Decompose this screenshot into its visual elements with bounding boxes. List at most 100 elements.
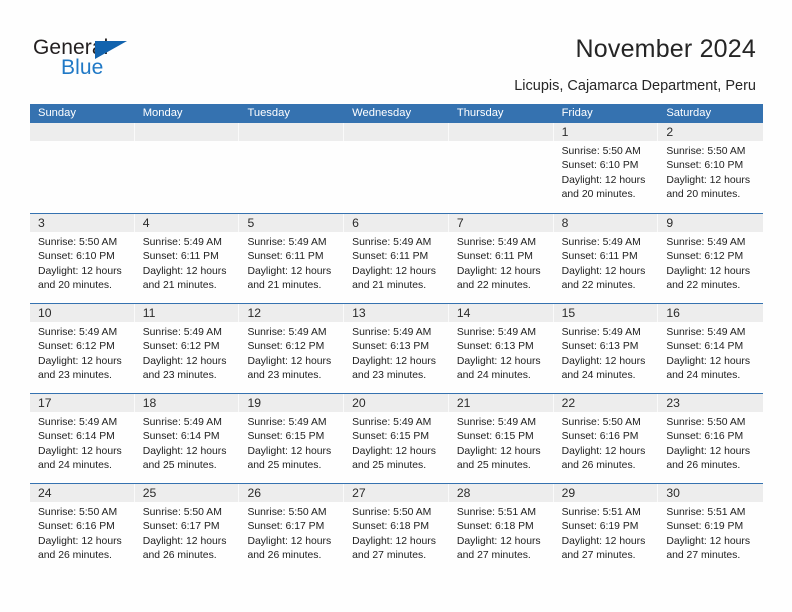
day-details: Sunrise: 5:51 AM Sunset: 6:18 PM Dayligh… bbox=[449, 502, 554, 564]
sunrise-text: Sunrise: 5:50 AM bbox=[38, 507, 118, 518]
daylight-text-line2: and 26 minutes. bbox=[38, 550, 112, 562]
day-details: Sunrise: 5:49 AM Sunset: 6:11 PM Dayligh… bbox=[135, 232, 240, 294]
calendar-week-row: 10 Sunrise: 5:49 AM Sunset: 6:12 PM Dayl… bbox=[30, 303, 764, 393]
calendar-day-cell-6[interactable]: 6 Sunrise: 5:49 AM Sunset: 6:11 PM Dayli… bbox=[344, 214, 449, 303]
calendar-day-cell-28[interactable]: 28 Sunrise: 5:51 AM Sunset: 6:18 PM Dayl… bbox=[448, 484, 554, 573]
calendar-day-cell-25[interactable]: 25 Sunrise: 5:50 AM Sunset: 6:17 PM Dayl… bbox=[134, 484, 240, 573]
daylight-text-line2: and 27 minutes. bbox=[666, 550, 741, 562]
calendar-day-cell-29[interactable]: 29 Sunrise: 5:51 AM Sunset: 6:19 PM Dayl… bbox=[553, 484, 659, 573]
calendar-day-cell-19[interactable]: 19 Sunrise: 5:49 AM Sunset: 6:15 PM Dayl… bbox=[239, 394, 345, 483]
calendar-day-cell-8[interactable]: 8 Sunrise: 5:49 AM Sunset: 6:11 PM Dayli… bbox=[553, 214, 659, 303]
daylight-text-line2: and 24 minutes. bbox=[666, 370, 741, 382]
calendar-day-cell-13[interactable]: 13 Sunrise: 5:49 AM Sunset: 6:13 PM Dayl… bbox=[344, 304, 449, 393]
day-number-bar: 3 bbox=[30, 214, 135, 232]
day-number-bar: 30 bbox=[658, 484, 764, 502]
calendar-day-cell-27[interactable]: 27 Sunrise: 5:50 AM Sunset: 6:18 PM Dayl… bbox=[344, 484, 449, 573]
calendar-week-row: 1 Sunrise: 5:50 AM Sunset: 6:10 PM Dayli… bbox=[30, 123, 764, 213]
calendar-day-cell-12[interactable]: 12 Sunrise: 5:49 AM Sunset: 6:12 PM Dayl… bbox=[239, 304, 345, 393]
sunrise-text: Sunrise: 5:50 AM bbox=[142, 507, 222, 518]
day-number-bar: 16 bbox=[658, 304, 764, 322]
calendar-day-cell-4[interactable]: 4 Sunrise: 5:49 AM Sunset: 6:11 PM Dayli… bbox=[134, 214, 240, 303]
weekday-header-row: Sunday Monday Tuesday Wednesday Thursday… bbox=[30, 104, 763, 123]
page-subtitle: Licupis, Cajamarca Department, Peru bbox=[514, 78, 756, 94]
calendar-day-cell-22[interactable]: 22 Sunrise: 5:50 AM Sunset: 6:16 PM Dayl… bbox=[553, 394, 659, 483]
daylight-text-line1: Daylight: 12 hours bbox=[352, 445, 436, 457]
daylight-text-line1: Daylight: 12 hours bbox=[142, 265, 227, 277]
calendar-day-cell-9[interactable]: 9 Sunrise: 5:49 AM Sunset: 6:12 PM Dayli… bbox=[658, 214, 764, 303]
day-number-bar bbox=[239, 123, 345, 141]
day-number-bar: 6 bbox=[344, 214, 449, 232]
day-number-bar: 10 bbox=[30, 304, 135, 322]
calendar-day-cell-5[interactable]: 5 Sunrise: 5:49 AM Sunset: 6:11 PM Dayli… bbox=[239, 214, 345, 303]
calendar-day-cell-14[interactable]: 14 Sunrise: 5:49 AM Sunset: 6:13 PM Dayl… bbox=[448, 304, 554, 393]
day-number-bar: 12 bbox=[239, 304, 345, 322]
sunrise-text: Sunrise: 5:49 AM bbox=[38, 417, 118, 428]
day-number-bar: 22 bbox=[553, 394, 659, 412]
calendar-week-row: 24 Sunrise: 5:50 AM Sunset: 6:16 PM Dayl… bbox=[30, 483, 764, 573]
sunrise-text: Sunrise: 5:49 AM bbox=[247, 327, 327, 338]
weekday-tuesday: Tuesday bbox=[247, 107, 290, 119]
calendar-day-cell-20[interactable]: 20 Sunrise: 5:49 AM Sunset: 6:15 PM Dayl… bbox=[344, 394, 449, 483]
general-blue-logo[interactable]: General Blue bbox=[33, 36, 233, 86]
daylight-text-line2: and 23 minutes. bbox=[38, 370, 112, 382]
day-details: Sunrise: 5:50 AM Sunset: 6:16 PM Dayligh… bbox=[30, 502, 135, 564]
calendar-day-cell-3[interactable]: 3 Sunrise: 5:50 AM Sunset: 6:10 PM Dayli… bbox=[30, 214, 135, 303]
sunset-text: Sunset: 6:10 PM bbox=[666, 160, 744, 172]
daylight-text-line1: Daylight: 12 hours bbox=[456, 355, 541, 367]
sunset-text: Sunset: 6:13 PM bbox=[456, 341, 534, 353]
daylight-text-line1: Daylight: 12 hours bbox=[456, 445, 541, 457]
calendar-day-cell-21[interactable]: 21 Sunrise: 5:49 AM Sunset: 6:15 PM Dayl… bbox=[448, 394, 554, 483]
calendar-day-cell-11[interactable]: 11 Sunrise: 5:49 AM Sunset: 6:12 PM Dayl… bbox=[134, 304, 240, 393]
daylight-text-line2: and 24 minutes. bbox=[38, 460, 112, 472]
calendar-day-cell-16[interactable]: 16 Sunrise: 5:49 AM Sunset: 6:14 PM Dayl… bbox=[658, 304, 764, 393]
sunset-text: Sunset: 6:12 PM bbox=[666, 251, 744, 263]
calendar-page: General Blue November 2024 Licupis, Caja… bbox=[0, 0, 792, 612]
day-number-bar: 11 bbox=[134, 304, 240, 322]
calendar-day-cell-26[interactable]: 26 Sunrise: 5:50 AM Sunset: 6:17 PM Dayl… bbox=[239, 484, 345, 573]
calendar-day-cell-30[interactable]: 30 Sunrise: 5:51 AM Sunset: 6:19 PM Dayl… bbox=[658, 484, 764, 573]
day-details: Sunrise: 5:50 AM Sunset: 6:16 PM Dayligh… bbox=[554, 412, 659, 474]
calendar-day-cell-2[interactable]: 2 Sunrise: 5:50 AM Sunset: 6:10 PM Dayli… bbox=[658, 123, 764, 213]
sunset-text: Sunset: 6:14 PM bbox=[142, 431, 220, 443]
calendar-day-cell-15[interactable]: 15 Sunrise: 5:49 AM Sunset: 6:13 PM Dayl… bbox=[553, 304, 659, 393]
daylight-text-line1: Daylight: 12 hours bbox=[142, 445, 227, 457]
calendar-day-cell-1[interactable]: 1 Sunrise: 5:50 AM Sunset: 6:10 PM Dayli… bbox=[553, 123, 659, 213]
daylight-text-line2: and 26 minutes. bbox=[666, 460, 741, 472]
calendar-day-cell-24[interactable]: 24 Sunrise: 5:50 AM Sunset: 6:16 PM Dayl… bbox=[30, 484, 135, 573]
calendar-day-cell-23[interactable]: 23 Sunrise: 5:50 AM Sunset: 6:16 PM Dayl… bbox=[658, 394, 764, 483]
sunset-text: Sunset: 6:11 PM bbox=[247, 251, 324, 263]
daylight-text-line2: and 22 minutes. bbox=[666, 280, 741, 292]
calendar-day-cell-7[interactable]: 7 Sunrise: 5:49 AM Sunset: 6:11 PM Dayli… bbox=[448, 214, 554, 303]
sunset-text: Sunset: 6:11 PM bbox=[456, 251, 533, 263]
sunrise-text: Sunrise: 5:50 AM bbox=[247, 507, 327, 518]
daylight-text-line2: and 21 minutes. bbox=[352, 280, 427, 292]
daylight-text-line2: and 20 minutes. bbox=[666, 189, 741, 201]
day-number: 22 bbox=[561, 396, 576, 410]
calendar-day-cell-10[interactable]: 10 Sunrise: 5:49 AM Sunset: 6:12 PM Dayl… bbox=[30, 304, 135, 393]
sunset-text: Sunset: 6:15 PM bbox=[352, 431, 429, 443]
day-details bbox=[239, 141, 344, 145]
sunrise-text: Sunrise: 5:49 AM bbox=[456, 417, 537, 428]
sunrise-text: Sunrise: 5:49 AM bbox=[352, 417, 432, 428]
sunrise-text: Sunrise: 5:49 AM bbox=[666, 327, 746, 338]
sunrise-text: Sunrise: 5:49 AM bbox=[666, 237, 746, 248]
calendar-day-cell-18[interactable]: 18 Sunrise: 5:49 AM Sunset: 6:14 PM Dayl… bbox=[134, 394, 240, 483]
day-number: 27 bbox=[352, 486, 366, 500]
day-number-bar bbox=[344, 123, 449, 141]
page-header: General Blue November 2024 Licupis, Caja… bbox=[0, 0, 792, 100]
daylight-text-line1: Daylight: 12 hours bbox=[666, 535, 751, 547]
day-number: 13 bbox=[352, 306, 366, 320]
sunrise-text: Sunrise: 5:50 AM bbox=[666, 146, 746, 157]
day-details: Sunrise: 5:50 AM Sunset: 6:17 PM Dayligh… bbox=[135, 502, 240, 564]
daylight-text-line2: and 25 minutes. bbox=[352, 460, 427, 472]
day-number-bar: 5 bbox=[239, 214, 345, 232]
sunrise-text: Sunrise: 5:50 AM bbox=[561, 417, 641, 428]
sunset-text: Sunset: 6:16 PM bbox=[38, 521, 115, 533]
calendar-day-cell-17[interactable]: 17 Sunrise: 5:49 AM Sunset: 6:14 PM Dayl… bbox=[30, 394, 135, 483]
day-number: 14 bbox=[456, 306, 471, 320]
calendar-day-cell-empty bbox=[344, 123, 449, 213]
day-number-bar: 29 bbox=[553, 484, 659, 502]
day-number: 25 bbox=[142, 486, 157, 500]
calendar-week-row: 3 Sunrise: 5:50 AM Sunset: 6:10 PM Dayli… bbox=[30, 213, 764, 303]
day-number: 5 bbox=[247, 216, 255, 230]
